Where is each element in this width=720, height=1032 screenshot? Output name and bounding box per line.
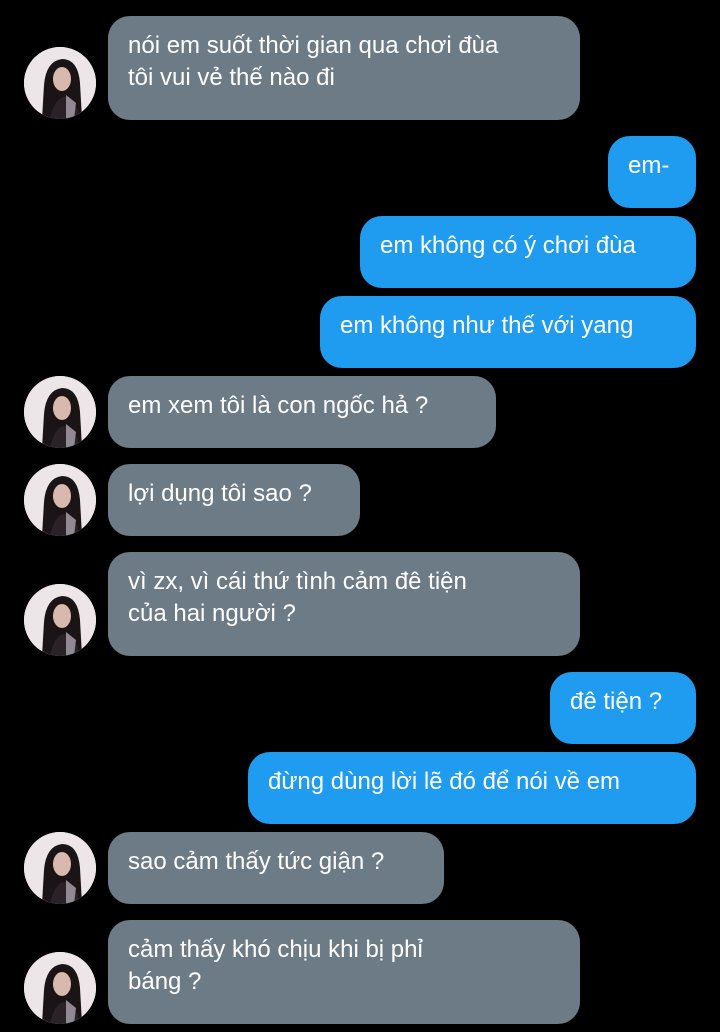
message-bubble-incoming[interactable]: sao cảm thấy tức giận ? (108, 832, 444, 904)
message-bubble-outgoing[interactable]: đừng dùng lời lẽ đó để nói về em (248, 752, 696, 824)
avatar[interactable] (24, 952, 96, 1024)
avatar-photo-icon (24, 464, 96, 536)
message-bubble-outgoing[interactable]: đê tiện ? (550, 672, 696, 744)
avatar-photo-icon (24, 47, 96, 119)
message-bubble-incoming[interactable]: lợi dụng tôi sao ? (108, 464, 360, 536)
avatar[interactable] (24, 584, 96, 656)
message-bubble-incoming[interactable]: vì zx, vì cái thứ tình cảm đê tiện của h… (108, 552, 580, 656)
message-bubble-incoming[interactable]: em xem tôi là con ngốc hả ? (108, 376, 496, 448)
avatar-photo-icon (24, 376, 96, 448)
avatar-photo-icon (24, 584, 96, 656)
avatar[interactable] (24, 464, 96, 536)
message-bubble-incoming[interactable]: nói em suốt thời gian qua chơi đùa tôi v… (108, 16, 580, 120)
avatar[interactable] (24, 832, 96, 904)
message-bubble-incoming[interactable]: cảm thấy khó chịu khi bị phỉ báng ? (108, 920, 580, 1024)
message-bubble-outgoing[interactable]: em không có ý chơi đùa (360, 216, 696, 288)
avatar[interactable] (24, 47, 96, 119)
avatar[interactable] (24, 376, 96, 448)
avatar-photo-icon (24, 952, 96, 1024)
avatar-photo-icon (24, 832, 96, 904)
message-bubble-outgoing[interactable]: em không như thế với yang (320, 296, 696, 368)
message-bubble-outgoing[interactable]: em- (608, 136, 696, 208)
